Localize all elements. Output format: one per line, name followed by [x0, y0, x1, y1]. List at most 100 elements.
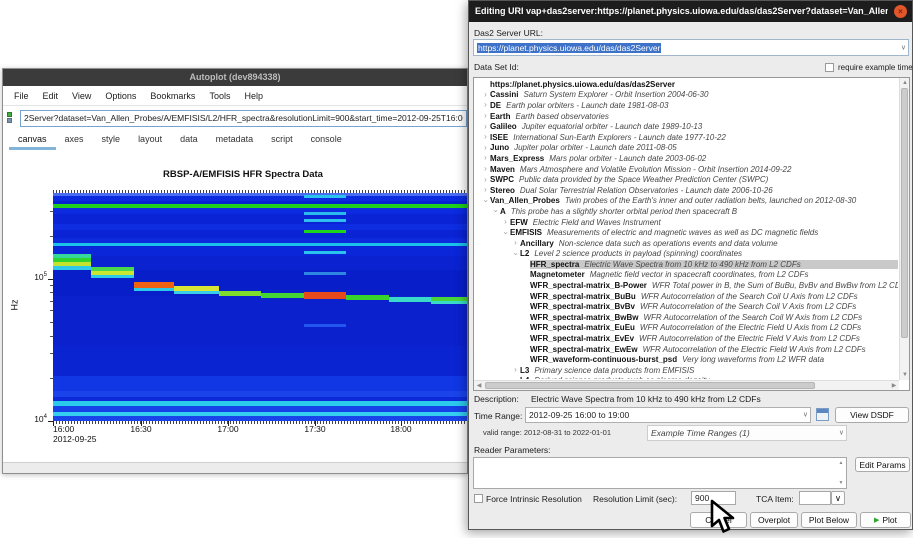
- tree-item-wfr_spectral-matrix_bvbv[interactable]: WFR_spectral-matrix_BvBvWFR Autocorrelat…: [475, 301, 898, 312]
- chevron-down-icon: ∨: [835, 493, 841, 504]
- tab-style[interactable]: style: [93, 131, 130, 150]
- collapse-icon[interactable]: ›: [501, 228, 511, 237]
- close-icon[interactable]: ×: [894, 5, 907, 18]
- expand-icon[interactable]: ›: [501, 217, 510, 227]
- menu-file[interactable]: File: [7, 86, 36, 106]
- vertical-scroll-thumb[interactable]: [901, 88, 908, 338]
- spectrogram[interactable]: [53, 193, 467, 421]
- scroll-down-icon[interactable]: ▼: [836, 478, 846, 488]
- scroll-up-icon[interactable]: ▲: [836, 458, 846, 468]
- tree-item-emfisis[interactable]: ›EMFISISMeasurements of electric and mag…: [475, 227, 898, 238]
- spectrogram-band: [304, 212, 346, 215]
- tree-item-l2[interactable]: ›L2Level 2 science products in payload (…: [475, 249, 898, 260]
- view-dsdf-button[interactable]: View DSDF: [835, 407, 909, 423]
- calendar-icon[interactable]: [816, 408, 829, 421]
- uri-input[interactable]: [20, 110, 467, 127]
- menu-view[interactable]: View: [65, 86, 98, 106]
- tree-item-stereo[interactable]: ›StereoDual Solar Terrestrial Relation O…: [475, 185, 898, 196]
- expand-icon[interactable]: ›: [481, 185, 490, 195]
- tca-chevron-button[interactable]: ∨: [831, 491, 845, 505]
- tree-item-hfr_spectra[interactable]: HFR_spectraElectric Wave Spectra from 10…: [475, 259, 898, 270]
- tree-item-l3[interactable]: ›L3Primary science data products from EM…: [475, 365, 898, 376]
- menu-options[interactable]: Options: [98, 86, 143, 106]
- plot-button[interactable]: ▶ Plot: [860, 512, 911, 528]
- scroll-right-icon[interactable]: ▶: [889, 381, 899, 391]
- collapse-icon[interactable]: ›: [491, 207, 501, 216]
- tree-item-juno[interactable]: ›JunoJupiter polar orbiter - Launch date…: [475, 143, 898, 154]
- scroll-down-icon[interactable]: ▼: [900, 370, 910, 380]
- expand-icon[interactable]: ›: [481, 153, 490, 163]
- force-intrinsic-checkbox[interactable]: [474, 494, 483, 503]
- collapse-icon[interactable]: ›: [511, 249, 521, 258]
- collapse-icon[interactable]: ›: [481, 196, 491, 205]
- tree-item-swpc[interactable]: ›SWPCPublic data provided by the Space W…: [475, 174, 898, 185]
- expand-icon[interactable]: ›: [481, 90, 490, 100]
- expand-icon[interactable]: ›: [481, 143, 490, 153]
- edit-params-button[interactable]: Edit Params: [855, 457, 910, 472]
- chevron-down-icon[interactable]: ∨: [803, 410, 808, 418]
- require-example-time-checkbox[interactable]: [825, 63, 834, 72]
- tree-item-wfr_waveform-continuous-burst_psd[interactable]: WFR_waveform-continuous-burst_psdVery lo…: [475, 354, 898, 365]
- menu-help[interactable]: Help: [237, 86, 270, 106]
- chevron-down-icon[interactable]: ∨: [839, 428, 844, 436]
- tab-script[interactable]: script: [262, 131, 302, 150]
- tree-item-ancillary[interactable]: ›AncillaryNon-science data such as opera…: [475, 238, 898, 249]
- tree-item-de[interactable]: ›DEEarth polar orbiters - Launch date 19…: [475, 100, 898, 111]
- menu-edit[interactable]: Edit: [36, 86, 66, 106]
- das2-url-combo[interactable]: https://planet.physics.uiowa.edu/das/das…: [473, 39, 909, 56]
- reader-params-textarea[interactable]: ▲ ▼: [473, 457, 847, 489]
- plot-below-button[interactable]: Plot Below: [801, 512, 857, 528]
- resolution-limit-input[interactable]: [691, 491, 736, 505]
- example-time-ranges-combo[interactable]: Example Time Ranges (1) ∨: [647, 425, 847, 441]
- expand-icon[interactable]: ›: [511, 376, 520, 379]
- expand-icon[interactable]: ›: [481, 111, 490, 121]
- tree-item-isee[interactable]: ›ISEEInternational Sun-Earth Explorers -…: [475, 132, 898, 143]
- tab-layout[interactable]: layout: [129, 131, 171, 150]
- tree-item-name: WFR_spectral-matrix_BuBu: [530, 292, 636, 301]
- time-range-combo[interactable]: 2012-09-25 16:00 to 19:00 ∨: [525, 407, 811, 423]
- menu-bookmarks[interactable]: Bookmarks: [143, 86, 202, 106]
- tree-horizontal-scrollbar[interactable]: ◀ ▶: [474, 380, 899, 390]
- tree-item-httpsplanetphysicsuiowaedudasdas2server[interactable]: https://planet.physics.uiowa.edu/das/das…: [475, 79, 898, 90]
- tree-item-wfr_spectral-matrix_ewew[interactable]: WFR_spectral-matrix_EwEwWFR Autocorrelat…: [475, 344, 898, 355]
- tree-item-wfr_spectral-matrix_evev[interactable]: WFR_spectral-matrix_EvEvWFR Autocorrelat…: [475, 333, 898, 344]
- tree-item-cassini[interactable]: ›CassiniSaturn System Explorer - Orbit I…: [475, 90, 898, 101]
- tree-item-wfr_spectral-matrix_bwbw[interactable]: WFR_spectral-matrix_BwBwWFR Autocorrelat…: [475, 312, 898, 323]
- expand-icon[interactable]: ›: [481, 132, 490, 142]
- tree-item-efw[interactable]: ›EFWElectric Field and Waves Instrument: [475, 217, 898, 228]
- expand-icon[interactable]: ›: [511, 238, 520, 248]
- horizontal-scroll-thumb[interactable]: [485, 382, 815, 389]
- tree-item-name: Juno: [490, 143, 509, 152]
- expand-icon[interactable]: ›: [481, 175, 490, 185]
- tree-item-mars_express[interactable]: ›Mars_ExpressMars polar orbiter - Launch…: [475, 153, 898, 164]
- tab-metadata[interactable]: metadata: [207, 131, 263, 150]
- cancel-button[interactable]: Cancel: [690, 512, 747, 528]
- expand-icon[interactable]: ›: [481, 164, 490, 174]
- expand-icon[interactable]: ›: [481, 122, 490, 132]
- tree-item-maven[interactable]: ›MavenMars Atmosphere and Volatile Evolu…: [475, 164, 898, 175]
- expand-icon[interactable]: ›: [481, 100, 490, 110]
- tree-item-earth[interactable]: ›EarthEarth based observatories: [475, 111, 898, 122]
- scroll-up-icon[interactable]: ▲: [900, 78, 910, 88]
- autoplot-titlebar[interactable]: Autoplot (dev894338): [3, 69, 467, 86]
- tree-vertical-scrollbar[interactable]: ▲ ▼: [899, 78, 909, 380]
- tab-axes[interactable]: axes: [56, 131, 93, 150]
- dialog-titlebar[interactable]: Editing URI vap+das2server:https://plane…: [469, 1, 912, 22]
- tree-item-galileo[interactable]: ›GalileoJupiter equatorial orbiter - Lau…: [475, 121, 898, 132]
- expand-icon[interactable]: ›: [511, 365, 520, 375]
- tree-item-magnetometer[interactable]: MagnetometerMagnetic field vector in spa…: [475, 270, 898, 281]
- tree-item-van_allen_probes[interactable]: ›Van_Allen_ProbesTwin probes of the Eart…: [475, 196, 898, 207]
- tab-data[interactable]: data: [171, 131, 207, 150]
- tab-console[interactable]: console: [302, 131, 351, 150]
- tree-item-l4[interactable]: ›L4Derived science products such as plas…: [475, 376, 898, 379]
- tree-item-wfr_spectral-matrix_bubu[interactable]: WFR_spectral-matrix_BuBuWFR Autocorrelat…: [475, 291, 898, 302]
- tca-item-combo[interactable]: [799, 491, 831, 505]
- overplot-button[interactable]: Overplot: [750, 512, 798, 528]
- chevron-down-icon[interactable]: ∨: [901, 43, 906, 51]
- tree-item-a[interactable]: ›AThis probe has a slightly shorter orbi…: [475, 206, 898, 217]
- scroll-left-icon[interactable]: ◀: [474, 381, 484, 391]
- tree-item-wfr_spectral-matrix_b-power[interactable]: WFR_spectral-matrix_B-PowerWFR Total pow…: [475, 280, 898, 291]
- tree-item-wfr_spectral-matrix_eueu[interactable]: WFR_spectral-matrix_EuEuWFR Autocorrelat…: [475, 323, 898, 334]
- tab-canvas[interactable]: canvas: [9, 131, 56, 150]
- menu-tools[interactable]: Tools: [202, 86, 237, 106]
